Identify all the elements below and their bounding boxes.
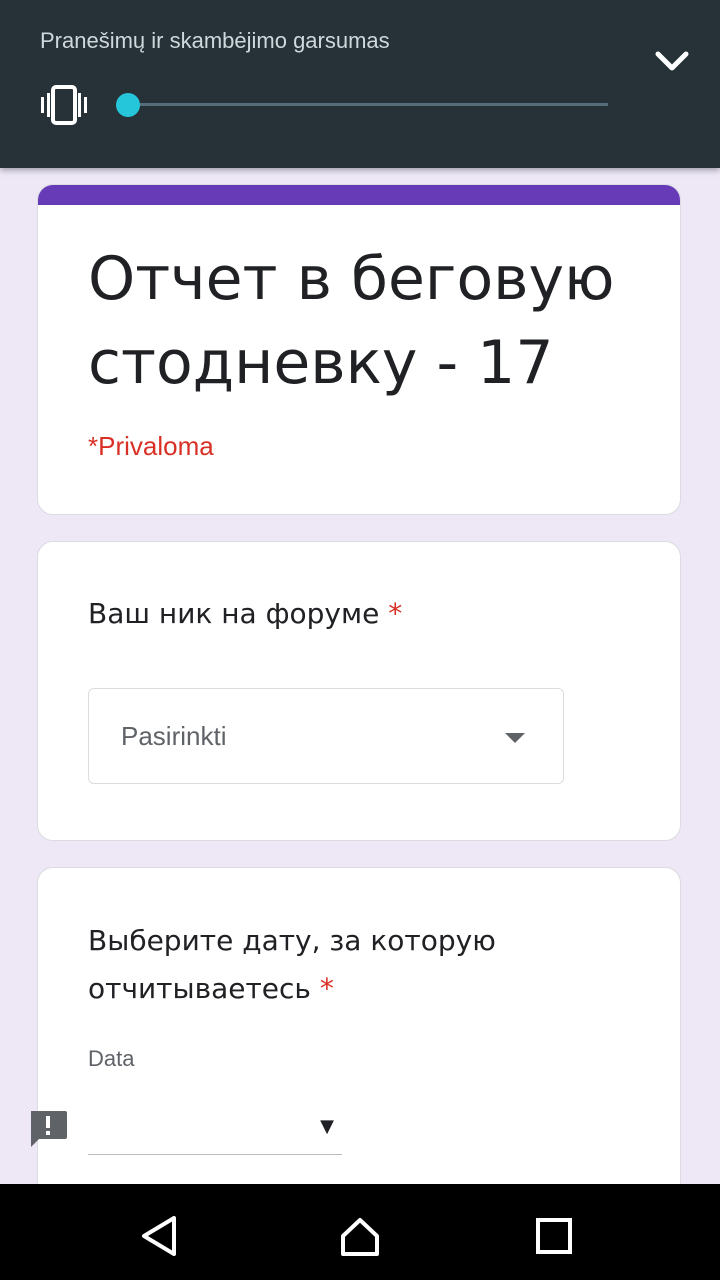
dropdown-arrow-icon: ▼ bbox=[320, 1116, 334, 1137]
back-triangle-icon[interactable] bbox=[138, 1214, 182, 1258]
volume-panel-title: Pranešimų ir skambėjimo garsumas bbox=[40, 28, 390, 53]
question-card-date: Выберите дату, за которую отчитываетесь … bbox=[37, 867, 681, 1207]
question-title: Выберите дату, за которую отчитываетесь … bbox=[88, 917, 648, 1013]
question-title: Ваш ник на форуме * bbox=[88, 590, 648, 638]
chevron-down-icon[interactable] bbox=[650, 44, 694, 80]
vibrate-icon[interactable] bbox=[38, 84, 90, 126]
date-select[interactable]: ▼ bbox=[88, 1096, 342, 1155]
question-title-text: Выберите дату, за которую отчитываетесь bbox=[88, 924, 496, 1005]
volume-slider-thumb[interactable] bbox=[116, 93, 140, 117]
question-title-text: Ваш ник на форуме bbox=[88, 597, 380, 630]
volume-panel: Pranešimų ir skambėjimo garsumas bbox=[0, 0, 720, 168]
nickname-dropdown[interactable]: Pasirinkti bbox=[88, 688, 564, 784]
required-note: *Privaloma bbox=[88, 431, 214, 461]
form-title: Отчет в беговую стодневку - 17 bbox=[88, 244, 615, 398]
volume-slider-track[interactable] bbox=[128, 103, 608, 106]
form-header-card: Отчет в беговую стодневку - 17 *Privalom… bbox=[37, 184, 681, 515]
feedback-icon[interactable] bbox=[28, 1108, 68, 1148]
required-star: * bbox=[319, 972, 334, 1005]
required-star: * bbox=[388, 597, 403, 630]
dropdown-arrow-icon bbox=[505, 733, 525, 743]
home-icon[interactable] bbox=[338, 1214, 382, 1258]
recents-square-icon[interactable] bbox=[532, 1214, 576, 1258]
date-field-label: Data bbox=[88, 1046, 135, 1071]
navigation-bar bbox=[0, 1184, 720, 1280]
dropdown-placeholder: Pasirinkti bbox=[121, 721, 227, 751]
question-card-nickname: Ваш ник на форуме * Pasirinkti bbox=[37, 541, 681, 841]
form-accent-bar bbox=[38, 185, 680, 205]
